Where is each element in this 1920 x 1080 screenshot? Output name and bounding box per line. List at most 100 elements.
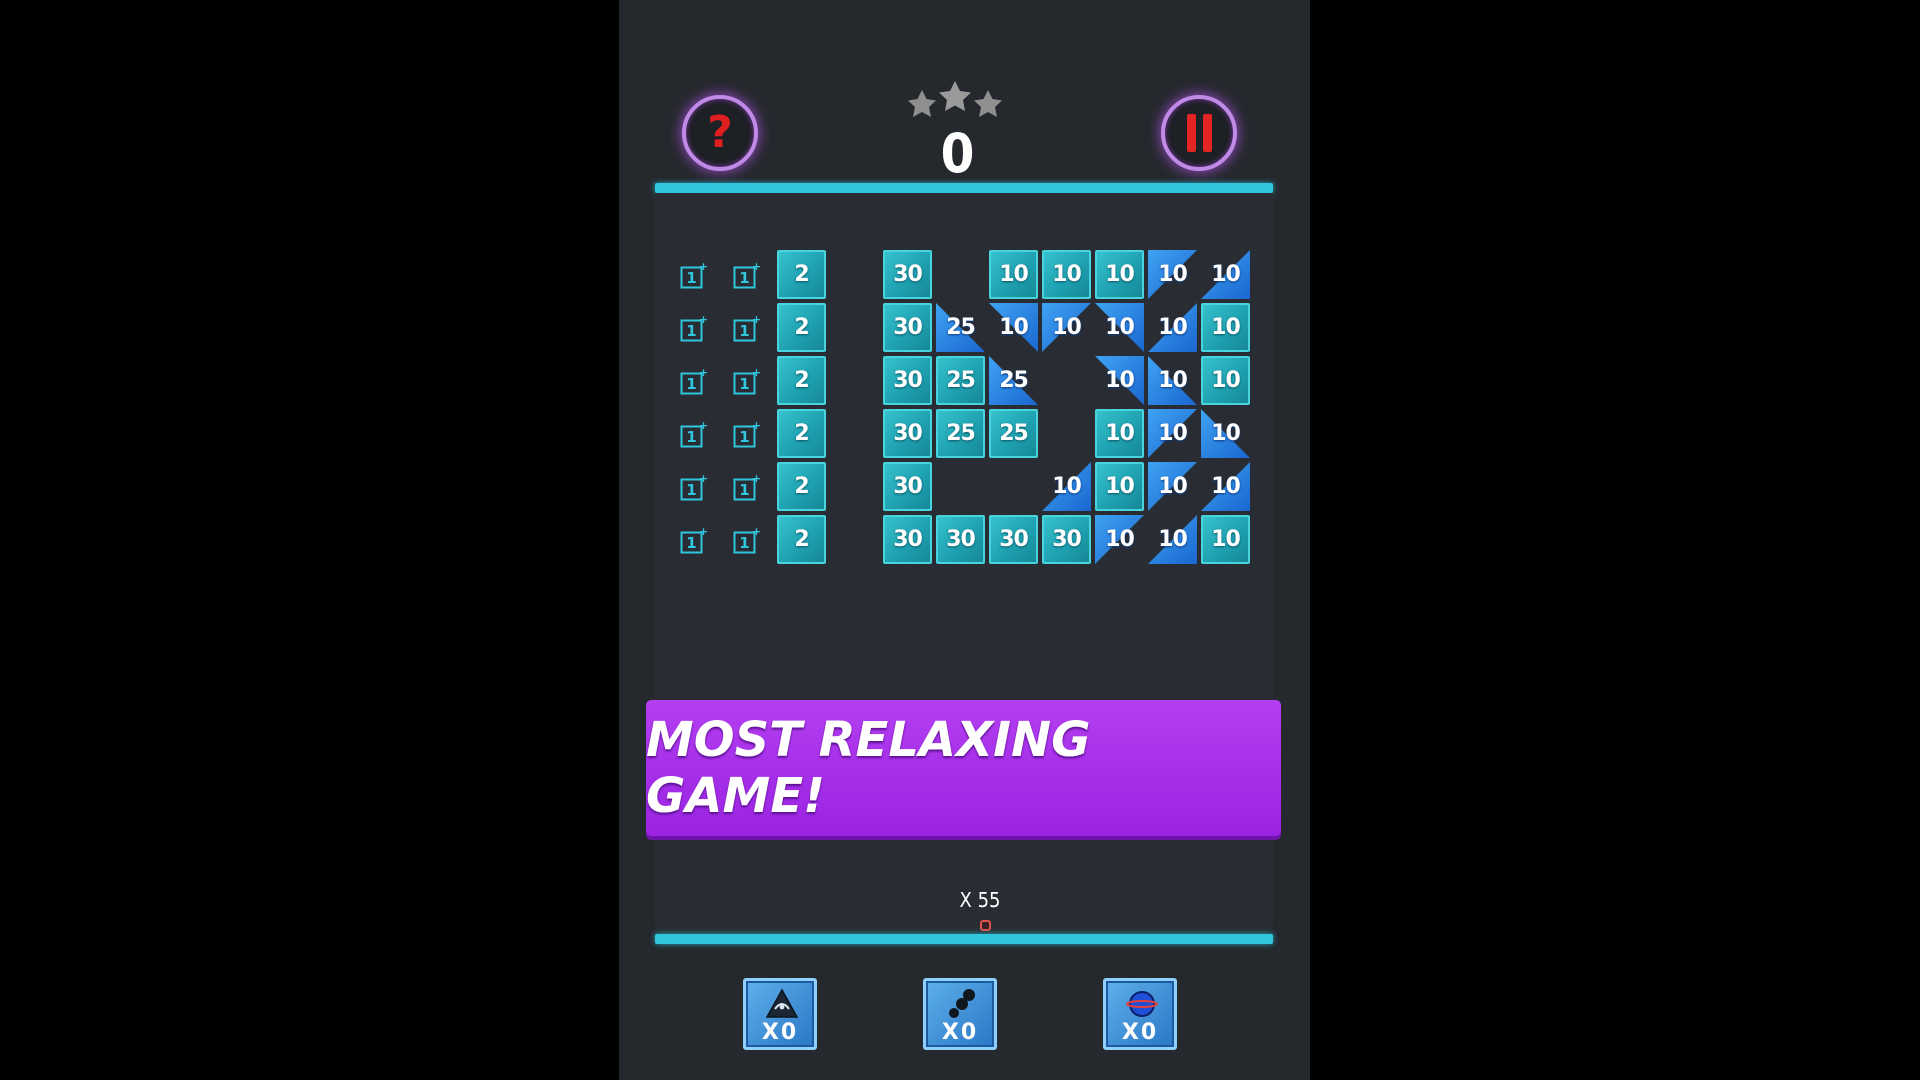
svg-text:+: + bbox=[699, 473, 708, 485]
triangle-brick-value: 10 bbox=[1158, 262, 1188, 287]
brick: 2 bbox=[777, 462, 826, 511]
triangle-brick-value: 25 bbox=[999, 368, 1029, 393]
triangle-brick-value: 10 bbox=[1158, 368, 1188, 393]
powerup-count: X0 bbox=[761, 1020, 799, 1045]
brick: 30 bbox=[936, 515, 985, 564]
svg-text:1: 1 bbox=[686, 375, 696, 393]
triangle-brick: 10 bbox=[1042, 303, 1091, 352]
triangle-brick-value: 10 bbox=[1211, 474, 1241, 499]
triangle-brick: 10 bbox=[1095, 303, 1144, 352]
triangle-brick: 25 bbox=[936, 303, 985, 352]
powerup-orb-button[interactable]: X0 bbox=[1103, 978, 1177, 1050]
question-mark-icon: ? bbox=[707, 107, 733, 158]
triangle-brick: 10 bbox=[1148, 515, 1197, 564]
pause-icon bbox=[1186, 114, 1212, 152]
svg-text:+: + bbox=[699, 420, 708, 432]
star-rating bbox=[908, 81, 1002, 117]
brick: 10 bbox=[1201, 356, 1250, 405]
triangle-brick: 10 bbox=[1095, 515, 1144, 564]
floor-bar bbox=[655, 934, 1273, 944]
brick: 30 bbox=[989, 515, 1038, 564]
svg-text:+: + bbox=[699, 526, 708, 538]
svg-text:1: 1 bbox=[739, 428, 749, 446]
brick: 2 bbox=[777, 303, 826, 352]
extra-ball-pickup-icon: 1+ bbox=[733, 261, 761, 289]
powerup-count: X0 bbox=[1121, 1020, 1159, 1045]
brick: 30 bbox=[883, 356, 932, 405]
triangle-brick-value: 10 bbox=[1158, 421, 1188, 446]
svg-text:1: 1 bbox=[686, 534, 696, 552]
triangle-brick: 10 bbox=[1148, 250, 1197, 299]
svg-text:+: + bbox=[699, 314, 708, 326]
laser-pyramid-icon bbox=[765, 988, 799, 1018]
extra-ball-pickup-icon: 1+ bbox=[733, 473, 761, 501]
ball-split-icon bbox=[949, 989, 975, 1018]
svg-text:1: 1 bbox=[686, 428, 696, 446]
triangle-brick: 10 bbox=[1201, 250, 1250, 299]
extra-ball-pickup-icon: 1+ bbox=[733, 314, 761, 342]
triangle-brick-value: 10 bbox=[999, 315, 1029, 340]
brick: 10 bbox=[989, 250, 1038, 299]
svg-text:1: 1 bbox=[686, 322, 696, 340]
brick: 30 bbox=[883, 462, 932, 511]
svg-text:1: 1 bbox=[686, 269, 696, 287]
svg-text:1: 1 bbox=[739, 269, 749, 287]
brick: 2 bbox=[777, 250, 826, 299]
extra-ball-pickup-icon: 1+ bbox=[680, 526, 708, 554]
svg-text:+: + bbox=[699, 261, 708, 273]
svg-text:1: 1 bbox=[739, 481, 749, 499]
triangle-brick: 10 bbox=[1042, 462, 1091, 511]
brick: 2 bbox=[777, 515, 826, 564]
triangle-brick: 25 bbox=[989, 356, 1038, 405]
ball-count: X 55 bbox=[959, 888, 1001, 912]
brick: 30 bbox=[1042, 515, 1091, 564]
triangle-brick: 10 bbox=[1148, 462, 1197, 511]
star-icon bbox=[939, 81, 971, 111]
launcher-ball bbox=[980, 920, 991, 931]
triangle-brick: 10 bbox=[1148, 409, 1197, 458]
brick: 10 bbox=[1042, 250, 1091, 299]
brick: 30 bbox=[883, 303, 932, 352]
brick: 10 bbox=[1201, 303, 1250, 352]
triangle-brick: 10 bbox=[989, 303, 1038, 352]
triangle-brick-value: 10 bbox=[1158, 315, 1188, 340]
powerup-laser-button[interactable]: X0 bbox=[743, 978, 817, 1050]
brick: 2 bbox=[777, 409, 826, 458]
pause-button[interactable] bbox=[1161, 95, 1237, 171]
svg-text:1: 1 bbox=[739, 375, 749, 393]
powerup-split-button[interactable]: X0 bbox=[923, 978, 997, 1050]
triangle-brick: 10 bbox=[1148, 356, 1197, 405]
svg-text:+: + bbox=[752, 420, 761, 432]
triangle-brick-value: 10 bbox=[1211, 421, 1241, 446]
svg-text:1: 1 bbox=[686, 481, 696, 499]
svg-text:+: + bbox=[752, 526, 761, 538]
extra-ball-pickup-icon: 1+ bbox=[733, 420, 761, 448]
triangle-brick-value: 10 bbox=[1105, 368, 1135, 393]
star-icon bbox=[908, 90, 936, 117]
extra-ball-pickup-icon: 1+ bbox=[680, 367, 708, 395]
brick: 2 bbox=[777, 356, 826, 405]
svg-text:1: 1 bbox=[739, 322, 749, 340]
triangle-brick-value: 10 bbox=[1211, 262, 1241, 287]
triangle-brick: 10 bbox=[1201, 409, 1250, 458]
triangle-brick: 10 bbox=[1201, 462, 1250, 511]
triangle-brick-value: 10 bbox=[1158, 474, 1188, 499]
brick: 25 bbox=[936, 356, 985, 405]
triangle-brick-value: 10 bbox=[1052, 315, 1082, 340]
promo-banner: MOST RELAXING GAME! bbox=[646, 700, 1281, 836]
brick: 10 bbox=[1201, 515, 1250, 564]
svg-text:+: + bbox=[752, 473, 761, 485]
triangle-brick-value: 10 bbox=[1105, 315, 1135, 340]
svg-text:+: + bbox=[752, 367, 761, 379]
extra-ball-pickup-icon: 1+ bbox=[733, 526, 761, 554]
promo-banner-text: MOST RELAXING GAME! bbox=[646, 712, 1091, 824]
ceiling-bar bbox=[655, 183, 1273, 193]
extra-ball-pickup-icon: 1+ bbox=[680, 420, 708, 448]
star-icon bbox=[974, 90, 1002, 117]
triangle-brick-value: 10 bbox=[1105, 527, 1135, 552]
help-button[interactable]: ? bbox=[682, 95, 758, 171]
brick: 25 bbox=[989, 409, 1038, 458]
extra-ball-pickup-icon: 1+ bbox=[680, 261, 708, 289]
svg-text:+: + bbox=[752, 261, 761, 273]
extra-ball-pickup-icon: 1+ bbox=[733, 367, 761, 395]
